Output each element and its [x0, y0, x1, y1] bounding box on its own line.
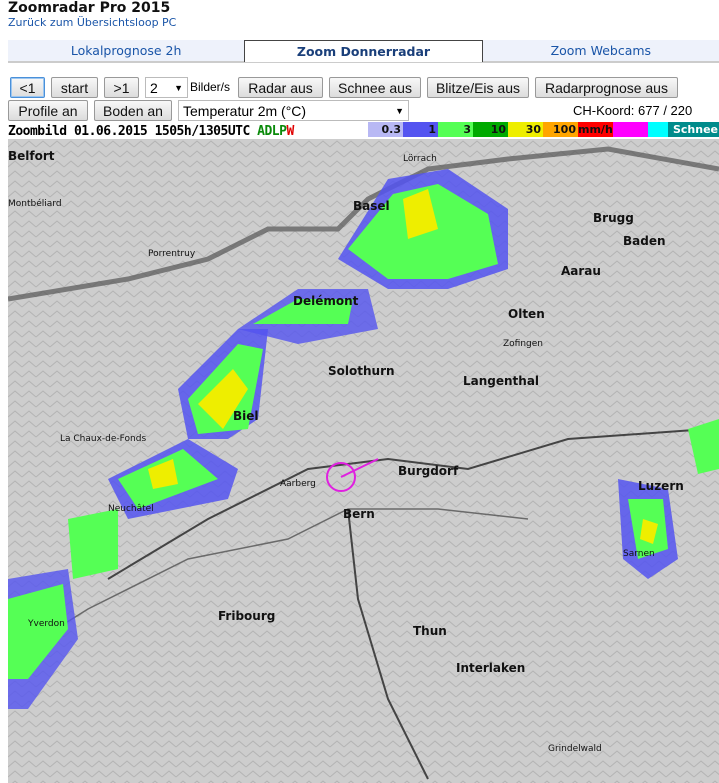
speed-unit-label: Bilder/s	[190, 80, 231, 94]
info-date: 01.06.2015	[73, 124, 148, 139]
place-label: Grindelwald	[548, 744, 602, 754]
app-title: Zoomradar Pro 2015	[8, 0, 171, 16]
place-label: Lörrach	[403, 154, 437, 164]
radar-forecast-toggle-button[interactable]: Radarprognose aus	[535, 77, 678, 98]
info-label: Zoombild	[8, 124, 67, 139]
legend-swatch: 3	[438, 122, 473, 137]
radar-map[interactable]: Basel Lörrach Belfort Montbéliard Porren…	[8, 139, 719, 783]
ch-coordinates: CH-Koord: 677 / 220	[573, 103, 693, 118]
speed-select[interactable]: 2 ▼	[145, 77, 188, 98]
place-label: Baden	[623, 234, 666, 248]
place-label: Biel	[233, 409, 259, 423]
place-label: Olten	[508, 307, 545, 321]
place-label: Luzern	[638, 479, 684, 493]
ground-toggle-button[interactable]: Boden an	[94, 100, 172, 121]
chevron-down-icon: ▼	[174, 83, 183, 93]
place-label: Neuchâtel	[108, 504, 154, 514]
place-label: Delémont	[293, 294, 359, 308]
layer-value: Temperatur 2m (°C)	[183, 103, 307, 119]
prev-frame-button[interactable]: <1	[10, 77, 45, 98]
tab-zoom-donnerradar[interactable]: Zoom Donnerradar	[244, 40, 483, 62]
precipitation-legend: 0.3 1 3 10 30 100 mm/h Schnee	[368, 122, 719, 137]
legend-swatch: 10	[473, 122, 508, 137]
tab-lokalprognose[interactable]: Lokalprognose 2h	[8, 40, 245, 62]
snow-toggle-button[interactable]: Schnee aus	[329, 77, 421, 98]
legend-swatch: 0.3	[368, 122, 403, 137]
place-label: Montbéliard	[8, 199, 62, 209]
layer-select[interactable]: Temperatur 2m (°C) ▼	[178, 100, 409, 121]
place-label: Langenthal	[463, 374, 540, 388]
tab-bar: Lokalprognose 2h Zoom Donnerradar Zoom W…	[8, 40, 719, 63]
place-label: Yverdon	[28, 619, 65, 629]
map-relief	[8, 139, 719, 783]
w-indicator: W	[286, 124, 294, 139]
place-label: Brugg	[593, 211, 634, 225]
tab-zoom-webcams[interactable]: Zoom Webcams	[482, 40, 719, 62]
legend-swatch	[613, 122, 648, 137]
chevron-down-icon: ▼	[395, 106, 404, 116]
place-label: Interlaken	[456, 661, 526, 675]
info-time: 1505h/1305UTC	[154, 124, 251, 139]
legend-swatch: 30	[508, 122, 543, 137]
place-label: Fribourg	[218, 609, 276, 623]
next-frame-button[interactable]: >1	[104, 77, 139, 98]
lightning-toggle-button[interactable]: Blitze/Eis aus	[427, 77, 529, 98]
profile-toggle-button[interactable]: Profile an	[8, 100, 88, 121]
place-label: Sarnen	[623, 549, 655, 559]
place-label: Porrentruy	[148, 249, 196, 259]
place-label: Burgdorf	[398, 464, 459, 478]
adlp-indicator: ADLP	[257, 124, 287, 139]
place-label: Basel	[353, 199, 390, 213]
radar-toggle-button[interactable]: Radar aus	[238, 77, 323, 98]
place-label: Zofingen	[503, 339, 543, 349]
place-label: Aarberg	[280, 479, 316, 489]
legend-swatch	[648, 122, 668, 137]
legend-swatch: 100	[543, 122, 578, 137]
legend-swatch: 1	[403, 122, 438, 137]
place-label: Belfort	[8, 149, 55, 163]
speed-value: 2	[150, 80, 158, 96]
zoom-image-info: Zoombild 01.06.2015 1505h/1305UTC ADLPW	[8, 124, 294, 139]
legend-swatch: Schnee	[668, 122, 719, 137]
back-link[interactable]: Zurück zum Übersichtsloop PC	[8, 16, 176, 29]
place-label: Thun	[413, 624, 447, 638]
place-label: Solothurn	[328, 364, 395, 378]
legend-swatch: mm/h	[578, 122, 613, 137]
place-label: Aarau	[561, 264, 601, 278]
place-label: La Chaux-de-Fonds	[60, 434, 147, 444]
start-button[interactable]: start	[51, 77, 98, 98]
place-label: Bern	[343, 507, 375, 521]
